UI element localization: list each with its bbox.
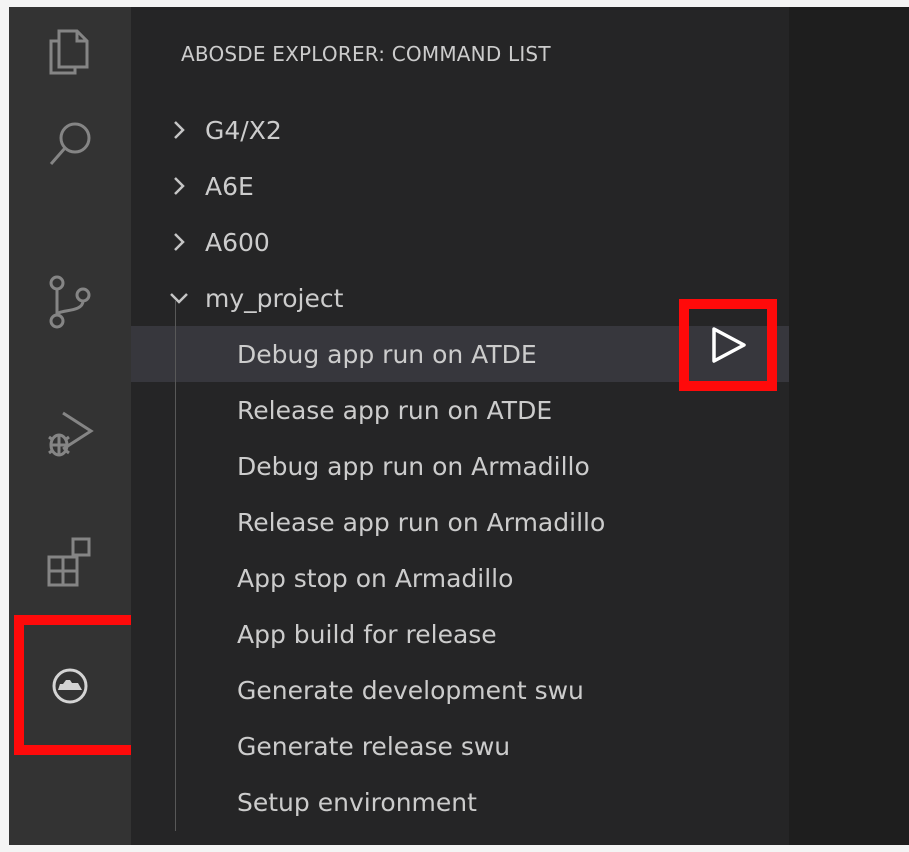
chevron-right-icon [174, 233, 185, 251]
command-app-stop-on-armadillo[interactable]: App stop on Armadillo [131, 550, 789, 606]
command-label: App stop on Armadillo [237, 563, 514, 593]
command-label: Generate development swu [237, 675, 584, 705]
command-list-tree: G4/X2 A6E A600 my_project Debug app run … [131, 102, 789, 830]
command-label: Debug app run on ATDE [237, 339, 537, 369]
extensions-icon[interactable] [9, 517, 131, 607]
command-debug-app-run-on-armadillo[interactable]: Debug app run on Armadillo [131, 438, 789, 494]
search-icon[interactable] [9, 100, 131, 190]
command-label: App build for release [237, 619, 497, 649]
command-label: Setup environment [237, 787, 477, 817]
tree-group-a600[interactable]: A600 [131, 214, 789, 270]
tree-group-label: A600 [205, 227, 270, 257]
command-release-app-run-on-armadillo[interactable]: Release app run on Armadillo [131, 494, 789, 550]
explorer-icon[interactable] [9, 7, 131, 97]
run-debug-icon[interactable] [9, 387, 131, 477]
run-button-highlight [679, 299, 777, 391]
command-generate-development-swu[interactable]: Generate development swu [131, 662, 789, 718]
command-app-build-for-release[interactable]: App build for release [131, 606, 789, 662]
command-label: Release app run on ATDE [237, 395, 553, 425]
command-setup-environment[interactable]: Setup environment [131, 774, 789, 830]
sidebar-title: ABOSDE EXPLORER: COMMAND LIST [181, 42, 551, 66]
tree-group-a6e[interactable]: A6E [131, 158, 789, 214]
chevron-right-icon [174, 177, 185, 195]
editor-area [789, 7, 909, 845]
command-label: Debug app run on Armadillo [237, 451, 590, 481]
vscode-window: ABOSDE EXPLORER: COMMAND LIST G4/X2 A6E … [9, 7, 909, 845]
source-control-icon[interactable] [9, 257, 131, 347]
tree-group-label: A6E [205, 171, 254, 201]
command-label: Release app run on Armadillo [237, 507, 606, 537]
run-icon[interactable] [706, 323, 750, 367]
chevron-down-icon [170, 293, 188, 304]
abosde-explorer-sidebar: ABOSDE EXPLORER: COMMAND LIST G4/X2 A6E … [131, 7, 789, 845]
tree-group-label: my_project [205, 283, 344, 313]
tree-indent-guide [175, 301, 176, 831]
tree-group-g4x2[interactable]: G4/X2 [131, 102, 789, 158]
chevron-right-icon [174, 121, 185, 139]
tree-group-label: G4/X2 [205, 115, 282, 145]
command-label: Generate release swu [237, 731, 511, 761]
command-generate-release-swu[interactable]: Generate release swu [131, 718, 789, 774]
